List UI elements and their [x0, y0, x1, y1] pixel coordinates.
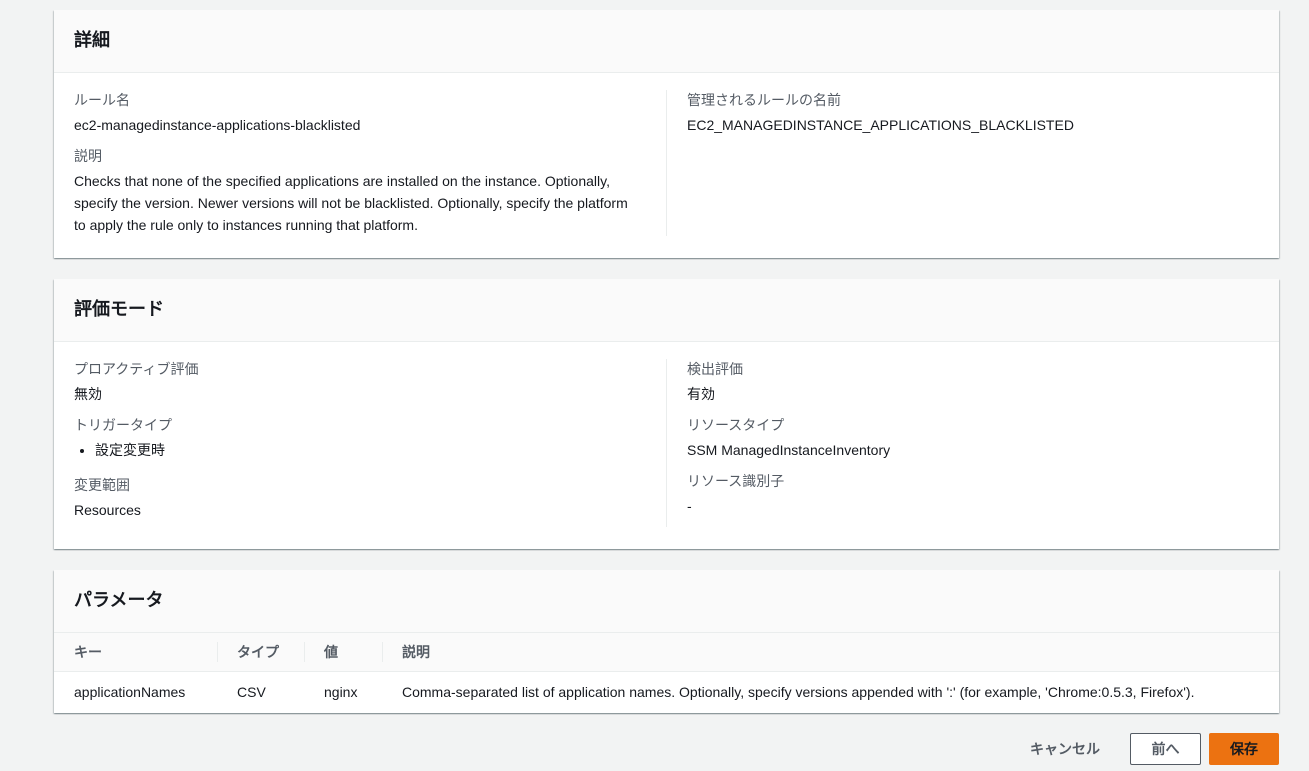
- trigger-type-list: 設定変更時: [74, 439, 646, 461]
- details-right-column: 管理されるルールの名前 EC2_MANAGEDINSTANCE_APPLICAT…: [666, 90, 1279, 236]
- evaluation-panel-header: 評価モード: [54, 279, 1279, 342]
- evaluation-columns: プロアクティブ評価 無効 トリガータイプ 設定変更時 変更範囲 Resource…: [54, 342, 1279, 547]
- resource-id-value: -: [687, 498, 692, 514]
- managed-rule-label: 管理されるルールの名前: [687, 92, 841, 108]
- column-header-key: キー: [54, 633, 217, 672]
- parameters-panel: パラメータ キー タイプ 値 説明 applicationNames CSV n…: [54, 570, 1279, 713]
- evaluation-title: 評価モード: [74, 299, 164, 319]
- column-header-type: タイプ: [217, 633, 304, 672]
- cancel-button[interactable]: キャンセル: [1010, 733, 1120, 765]
- details-columns: ルール名 ec2-managedinstance-applications-bl…: [54, 73, 1279, 256]
- previous-button[interactable]: 前へ: [1130, 733, 1201, 765]
- proactive-value: 無効: [74, 386, 102, 402]
- managed-rule-value: EC2_MANAGEDINSTANCE_APPLICATIONS_BLACKLI…: [687, 117, 1074, 133]
- trigger-type-label: トリガータイプ: [74, 417, 172, 433]
- details-title: 詳細: [74, 30, 110, 50]
- evaluation-left-column: プロアクティブ評価 無効 トリガータイプ 設定変更時 変更範囲 Resource…: [54, 359, 666, 527]
- details-panel-header: 詳細: [54, 10, 1279, 73]
- rule-name-label: ルール名: [74, 92, 130, 108]
- scope-label: 変更範囲: [74, 477, 130, 493]
- save-button[interactable]: 保存: [1209, 733, 1279, 765]
- resource-type-value: SSM ManagedInstanceInventory: [687, 442, 891, 458]
- evaluation-panel: 評価モード プロアクティブ評価 無効 トリガータイプ 設定変更時 変更範囲 Re…: [54, 279, 1279, 549]
- details-panel: 詳細 ルール名 ec2-managedinstance-applications…: [54, 10, 1279, 258]
- footer-actions: キャンセル 前へ 保存: [1010, 733, 1279, 765]
- table-row: applicationNames CSV nginx Comma-separat…: [54, 672, 1279, 713]
- detective-value: 有効: [687, 386, 715, 402]
- param-value: nginx: [324, 684, 358, 700]
- evaluation-right-column: 検出評価 有効 リソースタイプ SSM ManagedInstanceInven…: [666, 359, 1279, 527]
- param-type: CSV: [237, 684, 266, 700]
- description-value: Checks that none of the specified applic…: [74, 173, 628, 233]
- scope-value: Resources: [74, 502, 141, 518]
- description-label: 説明: [74, 148, 102, 164]
- rule-name-value: ec2-managedinstance-applications-blackli…: [74, 117, 361, 133]
- column-header-value: 値: [304, 633, 382, 672]
- param-description: Comma-separated list of application name…: [402, 684, 1195, 700]
- proactive-label: プロアクティブ評価: [74, 361, 199, 377]
- table-header-row: キー タイプ 値 説明: [54, 633, 1279, 672]
- details-left-column: ルール名 ec2-managedinstance-applications-bl…: [54, 90, 666, 236]
- parameters-title: パラメータ: [74, 590, 164, 610]
- param-key: applicationNames: [74, 684, 186, 700]
- column-header-description: 説明: [382, 633, 1279, 672]
- resource-type-label: リソースタイプ: [687, 417, 785, 433]
- parameters-table: キー タイプ 値 説明 applicationNames CSV nginx C…: [54, 633, 1279, 712]
- resource-id-label: リソース識別子: [687, 473, 785, 489]
- parameters-panel-header: パラメータ: [54, 570, 1279, 633]
- detective-label: 検出評価: [687, 361, 743, 377]
- trigger-type-item: 設定変更時: [95, 439, 646, 461]
